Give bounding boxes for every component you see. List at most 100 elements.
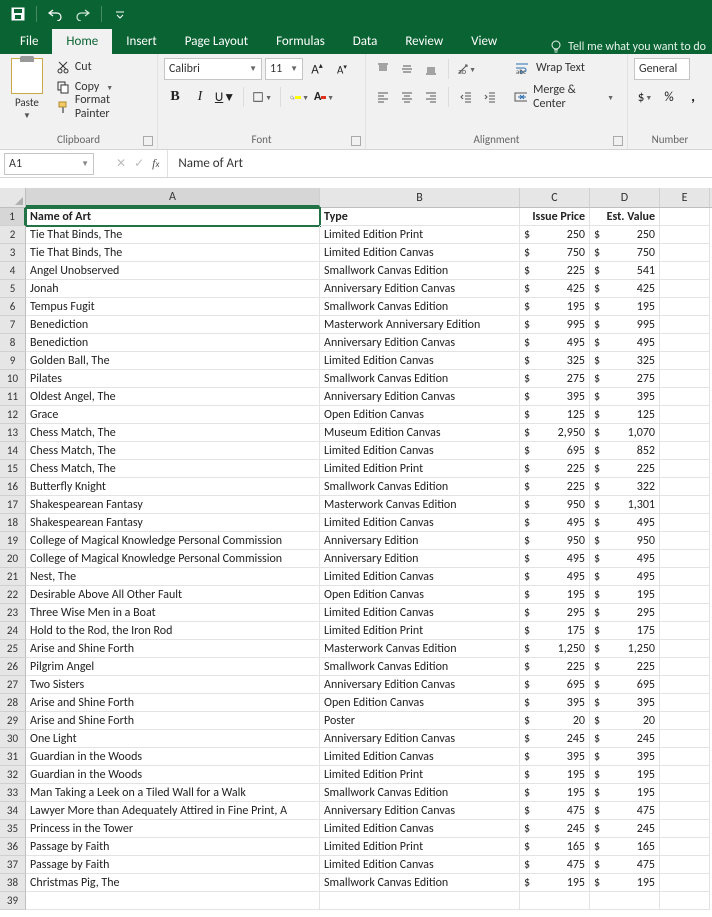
cell-E21[interactable]: [660, 568, 710, 586]
row-header[interactable]: 21: [0, 568, 26, 586]
cell-A20[interactable]: College of Magical Knowledge Personal Co…: [26, 550, 320, 568]
cell-A8[interactable]: Benediction: [26, 334, 320, 352]
cell-E5[interactable]: [660, 280, 710, 298]
row-header[interactable]: 7: [0, 316, 26, 334]
cell-D2[interactable]: $250: [590, 226, 660, 244]
cell-C37[interactable]: $475: [520, 856, 590, 874]
row-header[interactable]: 12: [0, 406, 26, 424]
cell-E25[interactable]: [660, 640, 710, 658]
font-name-combo[interactable]: Calibri▼: [164, 58, 262, 80]
cell-B12[interactable]: Open Edition Canvas: [320, 406, 520, 424]
cell-D10[interactable]: $275: [590, 370, 660, 388]
align-center-button[interactable]: [396, 86, 418, 108]
cell-B33[interactable]: Smallwork Canvas Edition: [320, 784, 520, 802]
cell-E22[interactable]: [660, 586, 710, 604]
worksheet[interactable]: A B C D E 1Name of ArtTypeIssue PriceEst…: [0, 188, 712, 910]
align-middle-button[interactable]: [396, 58, 418, 80]
cell-A35[interactable]: Princess in the Tower: [26, 820, 320, 838]
chevron-down-icon[interactable]: ▼: [245, 64, 257, 74]
cell-D21[interactable]: $495: [590, 568, 660, 586]
cell-D24[interactable]: $175: [590, 622, 660, 640]
cell-B21[interactable]: Limited Edition Canvas: [320, 568, 520, 586]
cell-A24[interactable]: Hold to the Rod, the Iron Rod: [26, 622, 320, 640]
select-all-corner[interactable]: [0, 188, 26, 207]
cell-C29[interactable]: $20: [520, 712, 590, 730]
cell-A36[interactable]: Passage by Faith: [26, 838, 320, 856]
cell-D15[interactable]: $225: [590, 460, 660, 478]
row-header[interactable]: 39: [0, 892, 26, 910]
chevron-down-icon[interactable]: ▼: [106, 83, 113, 92]
row-header[interactable]: 13: [0, 424, 26, 442]
cell-D18[interactable]: $495: [590, 514, 660, 532]
cell-E17[interactable]: [660, 496, 710, 514]
column-header-A[interactable]: A: [26, 188, 320, 207]
cell-C24[interactable]: $175: [520, 622, 590, 640]
cell-C19[interactable]: $950: [520, 532, 590, 550]
cell-A30[interactable]: One Light: [26, 730, 320, 748]
cell-B28[interactable]: Open Edition Canvas: [320, 694, 520, 712]
cell-A23[interactable]: Three Wise Men in a Boat: [26, 604, 320, 622]
cell-A7[interactable]: Benediction: [26, 316, 320, 334]
cell-E37[interactable]: [660, 856, 710, 874]
cell-A12[interactable]: Grace: [26, 406, 320, 424]
cell-B4[interactable]: Smallwork Canvas Edition: [320, 262, 520, 280]
cell-B6[interactable]: Smallwork Canvas Edition: [320, 298, 520, 316]
cell-D37[interactable]: $475: [590, 856, 660, 874]
font-size-combo[interactable]: 11▼: [265, 58, 303, 80]
enter-formula-button[interactable]: ✓: [134, 156, 144, 171]
cell-D25[interactable]: $1,250: [590, 640, 660, 658]
row-header[interactable]: 30: [0, 730, 26, 748]
cell-E7[interactable]: [660, 316, 710, 334]
cell-D26[interactable]: $225: [590, 658, 660, 676]
name-box[interactable]: A1 ▼: [4, 153, 94, 175]
cell-D33[interactable]: $195: [590, 784, 660, 802]
cell-E29[interactable]: [660, 712, 710, 730]
cell-E4[interactable]: [660, 262, 710, 280]
tab-file[interactable]: File: [6, 29, 52, 54]
cell-B29[interactable]: Poster: [320, 712, 520, 730]
cut-button[interactable]: Cut: [52, 58, 151, 76]
cell-E30[interactable]: [660, 730, 710, 748]
cell-B26[interactable]: Smallwork Canvas Edition: [320, 658, 520, 676]
cell-C22[interactable]: $195: [520, 586, 590, 604]
cell-E33[interactable]: [660, 784, 710, 802]
row-header[interactable]: 31: [0, 748, 26, 766]
tab-formulas[interactable]: Formulas: [262, 29, 339, 54]
cell-D36[interactable]: $165: [590, 838, 660, 856]
cell-C18[interactable]: $495: [520, 514, 590, 532]
cell-A5[interactable]: Jonah: [26, 280, 320, 298]
cell-C12[interactable]: $125: [520, 406, 590, 424]
cell-C1[interactable]: Issue Price: [520, 208, 590, 226]
cell-D6[interactable]: $195: [590, 298, 660, 316]
cell-A14[interactable]: Chess Match, The: [26, 442, 320, 460]
accounting-format-button[interactable]: $▼: [634, 86, 656, 108]
align-left-button[interactable]: [372, 86, 394, 108]
tell-me-search[interactable]: Tell me what you want to do: [550, 40, 712, 54]
row-header[interactable]: 33: [0, 784, 26, 802]
cell-B5[interactable]: Anniversary Edition Canvas: [320, 280, 520, 298]
cell-E35[interactable]: [660, 820, 710, 838]
cell-C39[interactable]: [520, 892, 590, 910]
cell-E23[interactable]: [660, 604, 710, 622]
paste-button[interactable]: Paste ▼: [6, 58, 48, 121]
cell-B15[interactable]: Limited Edition Print: [320, 460, 520, 478]
row-header[interactable]: 1: [0, 208, 26, 226]
cell-D20[interactable]: $495: [590, 550, 660, 568]
cell-C4[interactable]: $225: [520, 262, 590, 280]
cell-C6[interactable]: $195: [520, 298, 590, 316]
cell-D5[interactable]: $425: [590, 280, 660, 298]
cell-A15[interactable]: Chess Match, The: [26, 460, 320, 478]
cell-B32[interactable]: Limited Edition Print: [320, 766, 520, 784]
row-header[interactable]: 5: [0, 280, 26, 298]
row-header[interactable]: 32: [0, 766, 26, 784]
cell-D11[interactable]: $395: [590, 388, 660, 406]
cell-B35[interactable]: Limited Edition Canvas: [320, 820, 520, 838]
cell-D31[interactable]: $395: [590, 748, 660, 766]
cell-E14[interactable]: [660, 442, 710, 460]
cell-C31[interactable]: $395: [520, 748, 590, 766]
row-header[interactable]: 22: [0, 586, 26, 604]
cell-D38[interactable]: $195: [590, 874, 660, 892]
cell-D30[interactable]: $245: [590, 730, 660, 748]
cell-B8[interactable]: Anniversary Edition Canvas: [320, 334, 520, 352]
cell-A10[interactable]: Pilates: [26, 370, 320, 388]
